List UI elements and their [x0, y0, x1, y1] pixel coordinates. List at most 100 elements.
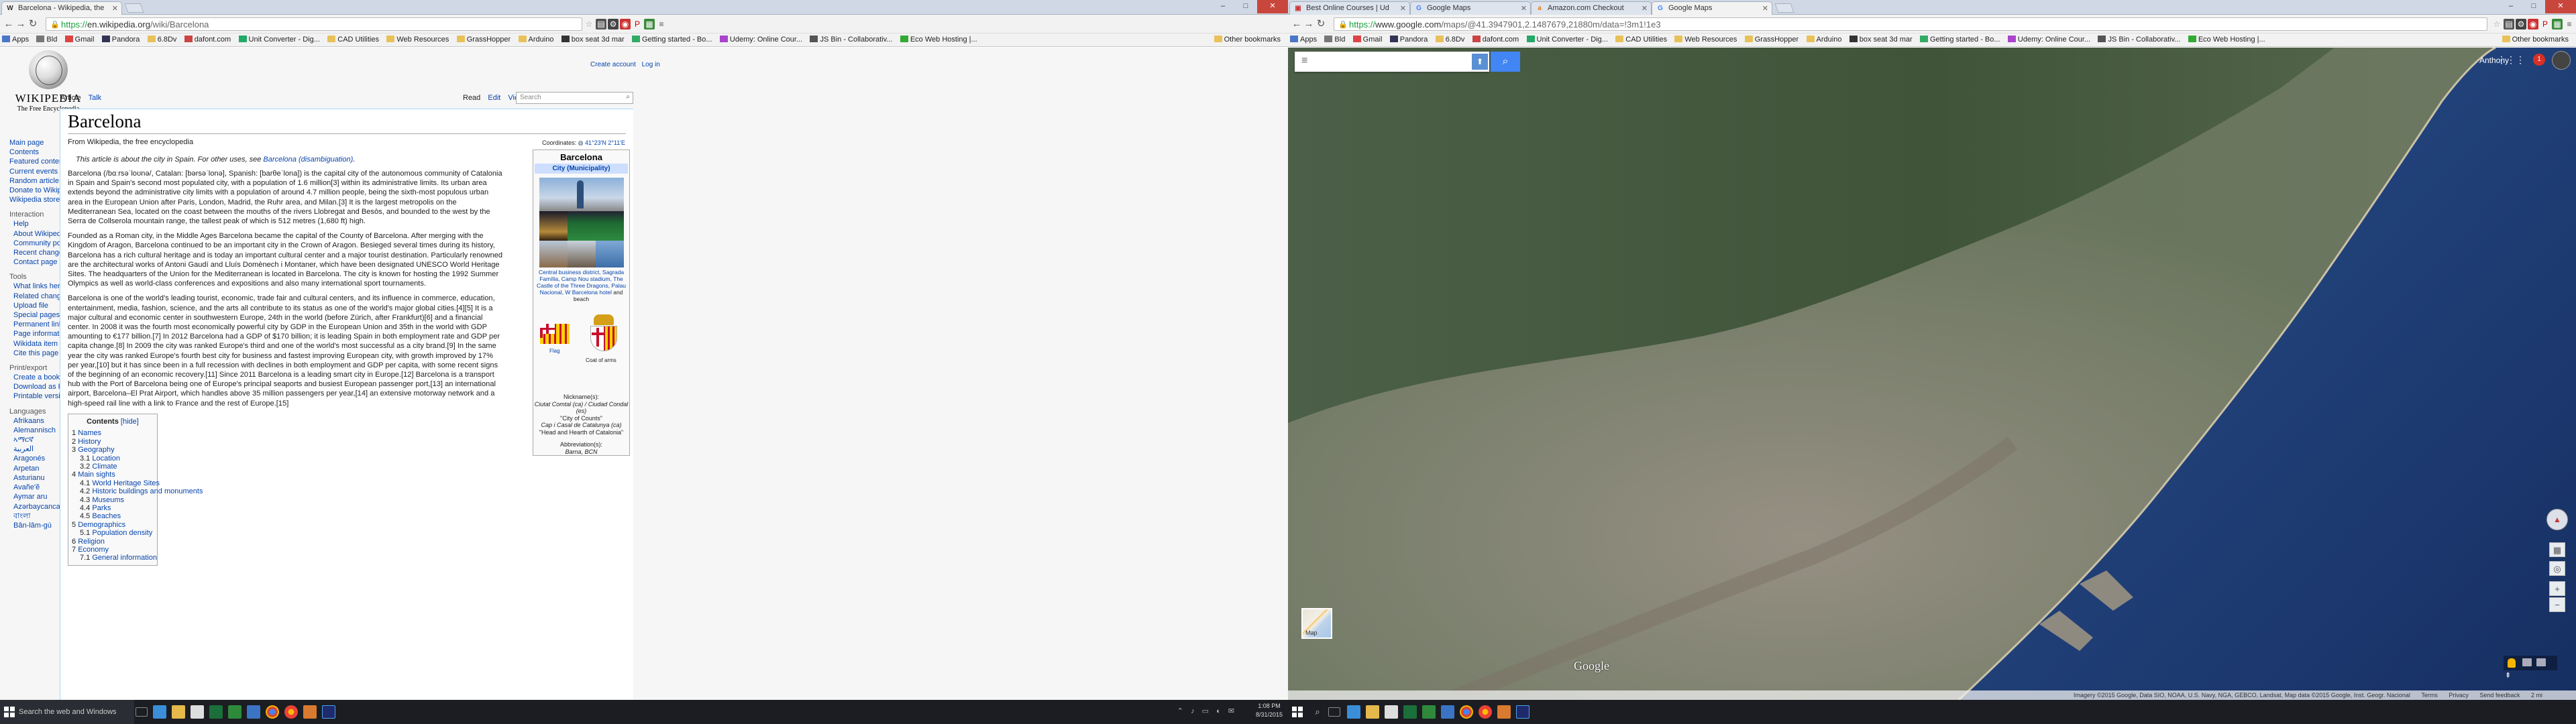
tilt-icon[interactable]: ▦ [2549, 542, 2565, 557]
minimize-button[interactable]: – [1212, 0, 1234, 13]
log-in-link[interactable]: Log in [642, 61, 660, 68]
pegman-and-photos[interactable]: ⇞ [2504, 656, 2557, 680]
extension-icon[interactable]: ▦ [644, 19, 655, 29]
flag-of-barcelona-icon[interactable] [540, 324, 570, 344]
toc-item[interactable]: 4.3 Museums [72, 496, 154, 504]
bookmark-star-icon[interactable]: ☆ [584, 19, 594, 29]
edge-icon[interactable] [1347, 705, 1360, 719]
expand-icon[interactable]: ⇞ [2505, 672, 2512, 680]
extension-icon[interactable]: ▦ [2552, 19, 2563, 29]
maximize-button[interactable]: □ [1234, 0, 1257, 13]
other-bookmarks[interactable]: Other bookmarks [2499, 34, 2572, 46]
toc-item[interactable]: 2 History [72, 438, 154, 446]
bookmark-item[interactable]: 6.8Dv [1434, 34, 1468, 46]
chrome-canary-icon[interactable] [284, 705, 298, 719]
coordinates-link[interactable]: 41°23′N 2°11′E [585, 139, 625, 146]
bookmark-item[interactable]: Bld [34, 34, 60, 46]
edge-icon[interactable] [153, 705, 166, 719]
close-window-button[interactable]: ✕ [2545, 0, 2576, 13]
app-icon[interactable] [228, 705, 241, 719]
reload-button[interactable]: ↻ [1315, 18, 1327, 30]
pinterest-icon[interactable]: P [632, 19, 643, 29]
bookmark-item[interactable]: Pandora [100, 34, 144, 46]
photo-icon[interactable] [2522, 658, 2532, 666]
toc-item[interactable]: 5 Demographics [72, 521, 154, 529]
bookmark-folder[interactable]: Arduino [1805, 34, 1845, 46]
bookmark-item[interactable]: Unit Converter - Dig... [1525, 34, 1611, 46]
toc-item[interactable]: 3.1 Location [72, 455, 154, 463]
address-bar[interactable]: 🔒 https://en.wikipedia.org/wiki/Barcelon… [46, 17, 582, 31]
store-icon[interactable] [1385, 705, 1398, 719]
compass-icon[interactable]: ▲ [2546, 509, 2568, 530]
maximize-button[interactable]: □ [2522, 0, 2545, 13]
bookmark-item[interactable]: Unit Converter - Dig... [237, 34, 323, 46]
send-feedback-link[interactable]: Send feedback [2479, 692, 2520, 699]
scale-bar[interactable]: 2 mi [2531, 692, 2542, 699]
extension-icon[interactable]: ◉ [2528, 19, 2538, 29]
tab-close-icon[interactable]: ✕ [1521, 4, 1527, 13]
tab-close-icon[interactable]: ✕ [1642, 4, 1648, 13]
infobox-type[interactable]: City (Municipality) [535, 164, 628, 174]
extension-icon[interactable]: ⚙ [608, 19, 619, 29]
tab-close-icon[interactable]: ✕ [112, 4, 118, 13]
new-tab-button[interactable] [1774, 3, 1794, 13]
bookmark-item[interactable]: Udemy: Online Cour... [718, 34, 806, 46]
wikipedia-logo[interactable]: WIKIPEDIA The Free Encyclopedia [8, 50, 89, 113]
toc-item[interactable]: 1 Names [72, 429, 154, 437]
chrome-icon[interactable] [266, 705, 279, 719]
minimize-button[interactable]: – [2500, 0, 2522, 13]
close-window-button[interactable]: ✕ [1257, 0, 1288, 13]
photoshop-icon[interactable] [322, 705, 335, 719]
coat-of-arms-label[interactable]: Coat of arms [586, 357, 616, 363]
bookmark-item[interactable]: Getting started - Bo... [1918, 34, 2004, 46]
bookmark-folder[interactable]: CAD Utilities [325, 34, 382, 46]
photoshop-icon[interactable] [1516, 705, 1529, 719]
coat-of-arms-icon[interactable] [588, 314, 619, 355]
bookmark-item[interactable]: Udemy: Online Cour... [2006, 34, 2094, 46]
chrome-icon[interactable] [1460, 705, 1473, 719]
tab-wikipedia[interactable]: W Barcelona - Wikipedia, the ✕ [1, 1, 122, 15]
hamburger-menu-icon[interactable]: ≡ [1301, 55, 1307, 67]
tab-amazon[interactable]: a Amazon.com Checkout ✕ [1531, 1, 1652, 15]
bookmark-item[interactable]: Eco Web Hosting |... [2186, 34, 2269, 46]
reload-button[interactable]: ↻ [27, 18, 39, 30]
bookmark-star-icon[interactable]: ☆ [2491, 19, 2502, 29]
tab-close-icon[interactable]: ✕ [1762, 4, 1768, 13]
tab-google-maps-active[interactable]: G Google Maps ✕ [1652, 1, 1772, 15]
disambiguation-link[interactable]: Barcelona (disambiguation) [263, 156, 353, 164]
photo-icon[interactable] [2536, 658, 2546, 666]
toc-hide-link[interactable]: [hide] [121, 418, 139, 426]
bookmark-item[interactable]: Bld [1322, 34, 1348, 46]
app-icon[interactable] [303, 705, 317, 719]
back-button[interactable]: ← [3, 18, 15, 30]
app-icon[interactable] [1422, 705, 1436, 719]
tab-udemy[interactable]: ▣ Best Online Courses | Ud ✕ [1289, 1, 1410, 15]
maps-search-box[interactable]: ≡ ⬆ [1295, 52, 1489, 72]
bookmark-item[interactable]: JS Bin - Collaborativ... [808, 34, 896, 46]
pegman-icon[interactable] [2508, 658, 2516, 668]
search-icon[interactable]: ⌕ [1311, 705, 1324, 719]
other-bookmarks[interactable]: Other bookmarks [1211, 34, 1284, 46]
google-apps-icon[interactable]: ⋮⋮⋮ [2497, 54, 2525, 66]
toc-item[interactable]: 4.5 Beaches [72, 512, 154, 520]
my-location-icon[interactable]: ◎ [2549, 561, 2565, 576]
flag-label[interactable]: Flag [549, 348, 560, 354]
directions-icon[interactable]: ⬆ [1472, 54, 1488, 70]
file-explorer-icon[interactable] [1366, 705, 1379, 719]
map-view-toggle[interactable]: Map [1301, 608, 1332, 639]
toc-item[interactable]: 3.2 Climate [72, 463, 154, 471]
search-icon[interactable]: ⌕ [626, 93, 630, 101]
task-view-icon[interactable] [1328, 707, 1340, 717]
system-tray[interactable]: ⌃ ♪ ▭ ◐ ✉ [1177, 707, 1237, 715]
zoom-out-button[interactable]: − [2549, 597, 2565, 612]
menu-icon[interactable]: ≡ [656, 19, 667, 29]
clock[interactable]: 1:08 PM 8/31/2015 [1256, 702, 1283, 719]
excel-icon[interactable] [209, 705, 223, 719]
toc-item[interactable]: 4.4 Parks [72, 504, 154, 512]
file-explorer-icon[interactable] [172, 705, 185, 719]
toc-item[interactable]: 7 Economy [72, 546, 154, 554]
bookmark-item[interactable]: Getting started - Bo... [630, 34, 716, 46]
maps-search-button[interactable]: ⌕ [1491, 52, 1520, 72]
bookmark-folder[interactable]: GrassHopper [455, 34, 514, 46]
tab-google-maps[interactable]: G Google Maps ✕ [1410, 1, 1531, 15]
